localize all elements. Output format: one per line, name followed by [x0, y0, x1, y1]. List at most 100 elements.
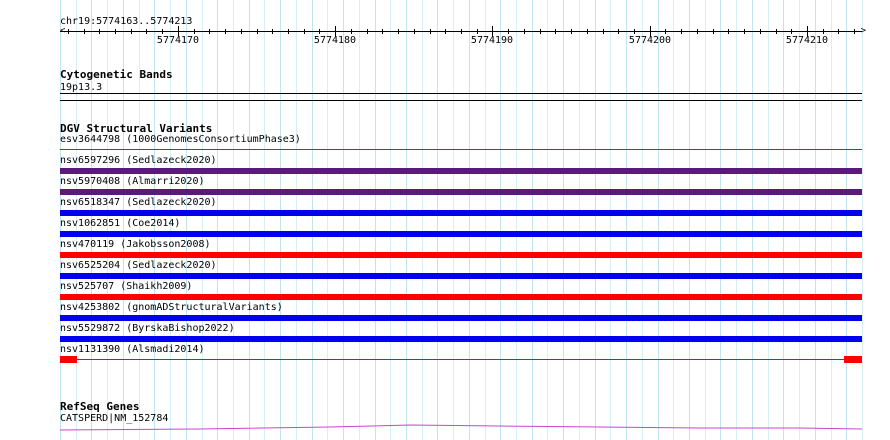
grid-line [815, 0, 816, 440]
ruler-tick [540, 29, 541, 34]
ruler-tick [728, 29, 729, 34]
grid-line [846, 0, 847, 440]
ruler-tick [791, 29, 792, 34]
grid-line [233, 0, 234, 440]
grid-line [831, 0, 832, 440]
grid-line [312, 0, 313, 440]
ruler-tick [477, 29, 478, 34]
dgv-variant-label[interactable]: nsv5970408 (Almarri2020) [60, 176, 205, 187]
dgv-variant-bar[interactable] [60, 168, 862, 174]
dgv-variant-line[interactable] [60, 149, 862, 150]
cytoband-label: 19p13.3 [60, 82, 103, 93]
grid-line [390, 0, 391, 440]
grid-line [579, 0, 580, 440]
ruler-tick [697, 29, 698, 34]
grid-line [642, 0, 643, 440]
dgv-variant-bar[interactable] [60, 294, 862, 300]
dgv-variant-label[interactable]: nsv6597296 (Sedlazeck2020) [60, 155, 217, 166]
cytoband-track-title[interactable]: Cytogenetic Bands [60, 69, 173, 80]
ruler-tick [99, 29, 100, 34]
grid-line [343, 0, 344, 440]
refseq-gene-coverage[interactable] [0, 420, 890, 440]
grid-line [406, 0, 407, 440]
grid-line [327, 0, 328, 440]
ruler-tick [209, 29, 210, 34]
dgv-variant-block[interactable] [844, 356, 862, 363]
ruler-tick [823, 29, 824, 34]
ruler-tick [760, 29, 761, 34]
ruler-tick [319, 29, 320, 34]
dgv-variant-label[interactable]: nsv1062851 (Coe2014) [60, 218, 180, 229]
ruler-tick [430, 29, 431, 34]
grid-line [783, 0, 784, 440]
grid-line [296, 0, 297, 440]
ruler-tick [288, 29, 289, 34]
grid-line [862, 0, 863, 440]
dgv-variant-line[interactable] [60, 359, 862, 360]
ruler-tick [351, 29, 352, 34]
ruler-tick [776, 29, 777, 34]
ruler-tick [665, 29, 666, 34]
dgv-variant-label[interactable]: nsv6518347 (Sedlazeck2020) [60, 197, 217, 208]
ruler-tick [115, 29, 116, 34]
grid-line [626, 0, 627, 440]
grid-line [264, 0, 265, 440]
dgv-variant-label[interactable]: esv3644798 (1000GenomesConsortiumPhase3) [60, 134, 301, 145]
dgv-variant-bar[interactable] [60, 336, 862, 342]
grid-line [437, 0, 438, 440]
dgv-variant-label[interactable]: nsv1131390 (Alsmadi2014) [60, 344, 205, 355]
dgv-variant-bar[interactable] [60, 273, 862, 279]
ruler-tick [838, 29, 839, 34]
dgv-variant-label[interactable]: nsv470119 (Jakobsson2008) [60, 239, 211, 250]
grid-line [705, 0, 706, 440]
cytoband-bar-top[interactable] [60, 93, 862, 94]
grid-line [280, 0, 281, 440]
ruler-tick-label: 5774180 [313, 35, 357, 46]
ruler-tick-label: 5774200 [628, 35, 672, 46]
dgv-variant-label[interactable]: nsv5529872 (ByrskaBishop2022) [60, 323, 235, 334]
ruler-left-arrow: < [60, 26, 66, 36]
dgv-variant-label[interactable]: nsv4253802 (gnomADStructuralVariants) [60, 302, 283, 313]
dgv-track-title[interactable]: DGV Structural Variants [60, 123, 212, 134]
ruler-tick-label: 5774190 [470, 35, 514, 46]
genome-browser-view: chr19:5774163..5774213 < > 5774170 577418… [0, 0, 890, 440]
ruler-tick [634, 29, 635, 34]
grid-line [453, 0, 454, 440]
dgv-variant-bar[interactable] [60, 210, 862, 216]
ruler-tick [225, 29, 226, 34]
ruler-tick [744, 29, 745, 34]
grid-line [375, 0, 376, 440]
ruler-tick [603, 29, 604, 34]
grid-line [359, 0, 360, 440]
grid-line [469, 0, 470, 440]
ruler-tick [414, 29, 415, 34]
ruler-tick [84, 29, 85, 34]
ruler-tick [304, 29, 305, 34]
ruler-tick [272, 29, 273, 34]
ruler-tick [398, 29, 399, 34]
grid-line [485, 0, 486, 440]
ruler-tick [524, 29, 525, 34]
dgv-variant-bar[interactable] [60, 189, 862, 195]
ruler-tick [681, 29, 682, 34]
grid-line [610, 0, 611, 440]
grid-line [799, 0, 800, 440]
grid-line [736, 0, 737, 440]
grid-line [217, 0, 218, 440]
ruler-tick [131, 29, 132, 34]
dgv-variant-bar[interactable] [60, 231, 862, 237]
dgv-variant-label[interactable]: nsv6525204 (Sedlazeck2020) [60, 260, 217, 271]
grid-line [500, 0, 501, 440]
grid-line [422, 0, 423, 440]
dgv-variant-block[interactable] [60, 356, 77, 363]
ruler-tick [68, 29, 69, 34]
grid-line [532, 0, 533, 440]
grid-line [752, 0, 753, 440]
dgv-variant-bar[interactable] [60, 252, 862, 258]
grid-line [595, 0, 596, 440]
refseq-track-title[interactable]: RefSeq Genes [60, 401, 139, 412]
dgv-variant-bar[interactable] [60, 315, 862, 321]
dgv-variant-label[interactable]: nsv525707 (Shaikh2009) [60, 281, 192, 292]
ruler-tick [618, 29, 619, 34]
grid-line [249, 0, 250, 440]
